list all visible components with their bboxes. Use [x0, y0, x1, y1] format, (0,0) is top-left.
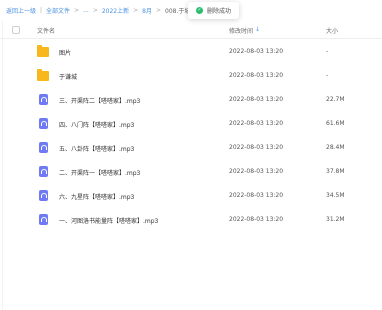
- file-name[interactable]: 三、开渠阵二【嗒嗒家】.mp3: [59, 96, 140, 105]
- audio-file-icon: [37, 166, 48, 177]
- breadcrumb-ellipsis[interactable]: ...: [83, 7, 89, 14]
- file-size: 31.2M: [326, 216, 345, 223]
- toast-message: 删除成功: [207, 8, 232, 15]
- breadcrumb-separator: |: [40, 6, 43, 14]
- breadcrumb-back-link[interactable]: 返回上一级: [6, 6, 36, 15]
- breadcrumb: 返回上一级 | 全部文件 > ... > 2022上新 > 8月 > 008.于…: [6, 4, 202, 16]
- file-time: 2022-08-03 13:20: [229, 168, 284, 175]
- toast-notification: ✓ 删除成功: [188, 2, 240, 19]
- breadcrumb-root-link[interactable]: 全部文件: [46, 6, 70, 15]
- sort-down-icon[interactable]: ↓: [255, 26, 260, 33]
- file-row[interactable]: 图片 2022-08-03 13:20 -: [0, 40, 382, 64]
- column-header-time[interactable]: 修改时间: [229, 26, 253, 35]
- audio-file-icon: [37, 142, 48, 153]
- file-row[interactable]: 一、河图洛书能量阵【嗒嗒家】.mp3 2022-08-03 13:20 31.2…: [0, 208, 382, 232]
- file-name[interactable]: 六、九星阵【嗒嗒家】.mp3: [59, 192, 134, 201]
- column-header-size[interactable]: 大小: [326, 26, 338, 35]
- file-name[interactable]: 于谦城: [59, 72, 77, 81]
- file-time: 2022-08-03 13:20: [229, 192, 284, 199]
- file-row[interactable]: 五、八卦阵【嗒嗒家】.mp3 2022-08-03 13:20 28.4M: [0, 136, 382, 160]
- file-size: 37.8M: [326, 168, 345, 175]
- file-time: 2022-08-03 13:20: [229, 120, 284, 127]
- breadcrumb-level3-link[interactable]: 2022上新: [102, 6, 129, 15]
- select-all-checkbox[interactable]: [12, 26, 20, 34]
- file-time: 2022-08-03 13:20: [229, 48, 284, 55]
- file-size: -: [326, 48, 329, 55]
- column-header-name[interactable]: 文件名: [37, 26, 55, 35]
- file-row[interactable]: 三、开渠阵二【嗒嗒家】.mp3 2022-08-03 13:20 22.7M: [0, 88, 382, 112]
- file-size: 22.7M: [326, 96, 345, 103]
- success-check-icon: ✓: [196, 7, 203, 14]
- file-list-header: 文件名 修改时间 ↓ 大小: [0, 21, 382, 39]
- file-size: 61.6M: [326, 120, 345, 127]
- file-time: 2022-08-03 13:20: [229, 72, 284, 79]
- file-row[interactable]: 六、九星阵【嗒嗒家】.mp3 2022-08-03 13:20 34.5M: [0, 184, 382, 208]
- breadcrumb-chevron-icon: >: [74, 6, 80, 14]
- file-name[interactable]: 图片: [59, 48, 71, 57]
- file-row[interactable]: 二、开渠阵一【嗒嗒家】.mp3 2022-08-03 13:20 37.8M: [0, 160, 382, 184]
- audio-file-icon: [37, 94, 48, 105]
- breadcrumb-chevron-icon: >: [133, 6, 139, 14]
- file-name[interactable]: 四、八门阵【嗒嗒家】.mp3: [59, 120, 134, 129]
- file-time: 2022-08-03 13:20: [229, 216, 284, 223]
- audio-file-icon: [37, 118, 48, 129]
- file-row[interactable]: 于谦城 2022-08-03 13:20 -: [0, 64, 382, 88]
- breadcrumb-chevron-icon: >: [156, 6, 162, 14]
- file-size: 34.5M: [326, 192, 345, 199]
- file-row[interactable]: 四、八门阵【嗒嗒家】.mp3 2022-08-03 13:20 61.6M: [0, 112, 382, 136]
- file-size: 28.4M: [326, 144, 345, 151]
- audio-file-icon: [37, 214, 48, 225]
- folder-icon: [37, 69, 49, 81]
- file-name[interactable]: 五、八卦阵【嗒嗒家】.mp3: [59, 144, 134, 153]
- audio-file-icon: [37, 190, 48, 201]
- breadcrumb-level4-link[interactable]: 8月: [142, 6, 152, 15]
- folder-icon: [37, 45, 49, 57]
- file-name[interactable]: 二、开渠阵一【嗒嗒家】.mp3: [59, 168, 140, 177]
- file-time: 2022-08-03 13:20: [229, 96, 284, 103]
- file-size: -: [326, 72, 329, 79]
- breadcrumb-chevron-icon: >: [92, 6, 98, 14]
- file-time: 2022-08-03 13:20: [229, 144, 284, 151]
- file-name[interactable]: 一、河图洛书能量阵【嗒嗒家】.mp3: [59, 216, 158, 225]
